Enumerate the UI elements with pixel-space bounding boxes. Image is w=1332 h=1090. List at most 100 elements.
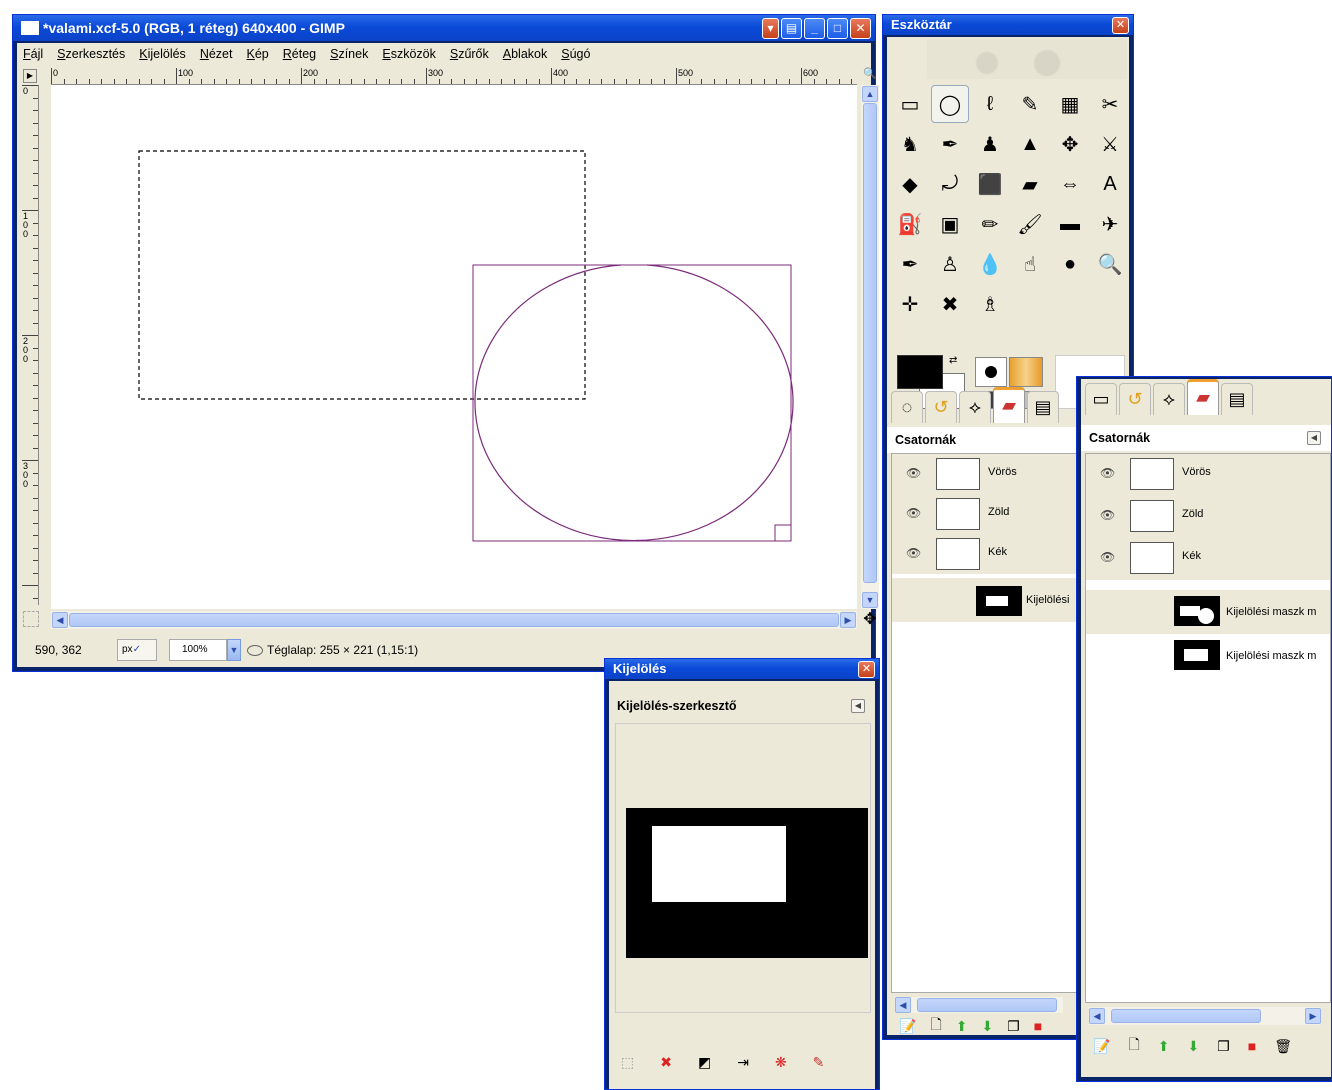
menu-item-2[interactable]: Kijelölés	[139, 47, 186, 61]
swap-colors-icon[interactable]: ⇄	[949, 355, 957, 366]
scroll-left-button[interactable]: ◀	[895, 997, 911, 1013]
rotate-icon[interactable]: ⤾	[931, 165, 969, 203]
blend-icon[interactable]: ▣	[931, 205, 969, 243]
image-canvas[interactable]	[51, 85, 857, 609]
selection-to-path-icon[interactable]: ⇥	[737, 1054, 749, 1071]
fullscreen-icon[interactable]: ▤	[781, 18, 802, 39]
selection-mask-row[interactable]: Kijelölési maszk m	[1086, 590, 1330, 634]
channel-row-red[interactable]: 👁 Vörös	[1086, 454, 1330, 496]
scissors-icon[interactable]: ✂	[1091, 85, 1129, 123]
ruler-corner-button[interactable]: ▶	[23, 69, 37, 83]
unit-selector[interactable]: px✓	[117, 639, 157, 661]
fuzzy-select-icon[interactable]: ✎	[1011, 85, 1049, 123]
panel-menu-icon[interactable]: ◀	[851, 699, 865, 713]
color-picker-icon[interactable]: ♟	[971, 125, 1009, 163]
close-button[interactable]: ✕	[850, 18, 871, 39]
menu-item-7[interactable]: Eszközök	[382, 47, 436, 61]
paint-selection-icon[interactable]: ✎	[813, 1054, 825, 1071]
horizontal-ruler[interactable]: 0 100 200 300 400 500 600	[51, 67, 857, 85]
menu-item-1[interactable]: Szerkesztés	[57, 47, 125, 61]
to-selection-icon[interactable]: ■	[1034, 1018, 1042, 1034]
ellipse-select-icon[interactable]: ◯	[931, 85, 969, 123]
toolbox-titlebar[interactable]: Eszköztár	[883, 15, 1133, 35]
saved-mask-row[interactable]: Kijelölési maszk m	[1086, 634, 1330, 678]
scale-icon[interactable]: ⬛	[971, 165, 1009, 203]
dodge-burn-icon[interactable]: ●	[1051, 245, 1089, 283]
alignment-icon[interactable]: ⚔	[1091, 125, 1129, 163]
tab-undo-icon[interactable]: ↺	[925, 391, 957, 423]
perspective-clone-icon[interactable]: ♗	[971, 285, 1009, 323]
channels-hscroll[interactable]: ◀	[895, 997, 1063, 1013]
eye-icon[interactable]: 👁	[906, 506, 921, 520]
invert-selection-icon[interactable]: ◩	[698, 1054, 711, 1071]
paintbrush-icon[interactable]: 🖌	[1011, 205, 1049, 243]
tab-channels-icon[interactable]: ▰	[1187, 379, 1219, 415]
eraser-icon[interactable]: ▬	[1051, 205, 1089, 243]
new-channel-icon[interactable]: 🗋	[930, 1014, 941, 1038]
scroll-up-button[interactable]: ▲	[862, 86, 878, 102]
menu-item-0[interactable]: Fájl	[23, 47, 43, 61]
zoom-icon[interactable]: 🔍	[1091, 245, 1129, 283]
toolbox-close-button[interactable]: ✕	[1112, 17, 1129, 34]
eye-icon[interactable]: 👁	[1100, 508, 1115, 522]
tab-layers-icon[interactable]: ▤	[1027, 391, 1059, 423]
duplicate-channel-icon[interactable]: ❐	[1007, 1018, 1020, 1035]
edit-channel-icon[interactable]: 📝	[1093, 1038, 1110, 1055]
scroll-left-button[interactable]: ◀	[1089, 1008, 1105, 1024]
raise-channel-icon[interactable]: ⬆	[1158, 1038, 1170, 1055]
free-select-icon[interactable]: ℓ	[971, 85, 1009, 123]
scroll-down-button[interactable]: ▼	[862, 592, 878, 608]
new-channel-icon[interactable]: 🗋	[1128, 1034, 1139, 1058]
navigate-icon[interactable]: ✥	[861, 609, 879, 629]
heal-icon[interactable]: ✖	[931, 285, 969, 323]
menu-item-5[interactable]: Réteg	[283, 47, 316, 61]
foreground-select-icon[interactable]: ♞	[891, 125, 929, 163]
channels-list-2[interactable]: 👁 Vörös 👁 Zöld 👁 Kék Kijelölési maszk m Kij…	[1085, 453, 1331, 1003]
raise-channel-icon[interactable]: ⬆	[956, 1018, 968, 1035]
duplicate-channel-icon[interactable]: ❐	[1217, 1038, 1230, 1055]
image-window-titlebar[interactable]: *valami.xcf-5.0 (RGB, 1 réteg) 640x400 -…	[13, 15, 875, 41]
channel-row-green[interactable]: 👁 Zöld	[1086, 496, 1330, 538]
selection-editor-close-button[interactable]: ✕	[858, 661, 875, 678]
vertical-scrollbar[interactable]: ▲ ▼	[861, 85, 879, 609]
zoom-input[interactable]: 100%	[169, 639, 227, 661]
brush-indicator[interactable]	[975, 357, 1007, 387]
eye-icon[interactable]: 👁	[906, 546, 921, 560]
airbrush-icon[interactable]: ✈	[1091, 205, 1129, 243]
blur-icon[interactable]: 💧	[971, 245, 1009, 283]
panel-menu-icon[interactable]: ◀	[1307, 431, 1321, 445]
smudge-icon[interactable]: ☝	[1011, 245, 1049, 283]
tab-selection-icon[interactable]: ◌	[891, 391, 923, 423]
scroll-thumb[interactable]	[917, 998, 1057, 1012]
tab-paths-icon[interactable]: ⟡	[1153, 383, 1185, 415]
rect-select-icon[interactable]: ▭	[891, 85, 929, 123]
to-selection-icon[interactable]: ■	[1248, 1038, 1256, 1054]
ink-icon[interactable]: ✒	[891, 245, 929, 283]
zoom-dropdown-button[interactable]: ▼	[227, 639, 241, 661]
horizontal-scrollbar[interactable]: ◀ ▶	[51, 611, 857, 629]
zoom-toggle-icon[interactable]: 🔍	[861, 67, 879, 85]
shear-icon[interactable]: ▰	[1011, 165, 1049, 203]
tab-undo-icon[interactable]: ↺	[1119, 383, 1151, 415]
tab-layers-icon[interactable]: ▤	[1221, 383, 1253, 415]
channels-hscroll-2[interactable]: ◀ ▶	[1089, 1007, 1321, 1025]
select-none-icon[interactable]: ✖	[660, 1054, 672, 1071]
delete-channel-icon[interactable]: 🗑	[1274, 1038, 1292, 1055]
paths-icon[interactable]: ✒	[931, 125, 969, 163]
scroll-thumb[interactable]	[1111, 1009, 1261, 1023]
selection-editor-titlebar[interactable]: Kijelölés	[605, 659, 879, 679]
tab-paths-icon[interactable]: ⟡	[959, 391, 991, 423]
select-all-icon[interactable]: ⬚	[621, 1054, 634, 1071]
flip-icon[interactable]: ⇔	[1051, 165, 1089, 203]
menu-arrow-icon[interactable]: ▾	[762, 18, 779, 39]
menu-item-4[interactable]: Kép	[246, 47, 268, 61]
lower-channel-icon[interactable]: ⬇	[981, 1018, 993, 1035]
transform-icon[interactable]: ✛	[891, 285, 929, 323]
bucket-fill-icon[interactable]: ⛽	[891, 205, 929, 243]
minimize-button[interactable]: _	[804, 18, 825, 39]
measure-icon[interactable]: ▲	[1011, 125, 1049, 163]
eye-icon[interactable]: 👁	[1100, 466, 1115, 480]
horizontal-scroll-thumb[interactable]	[69, 613, 839, 627]
text-icon[interactable]: A	[1091, 165, 1129, 203]
vertical-ruler[interactable]: 0 100 200 300	[21, 85, 39, 605]
